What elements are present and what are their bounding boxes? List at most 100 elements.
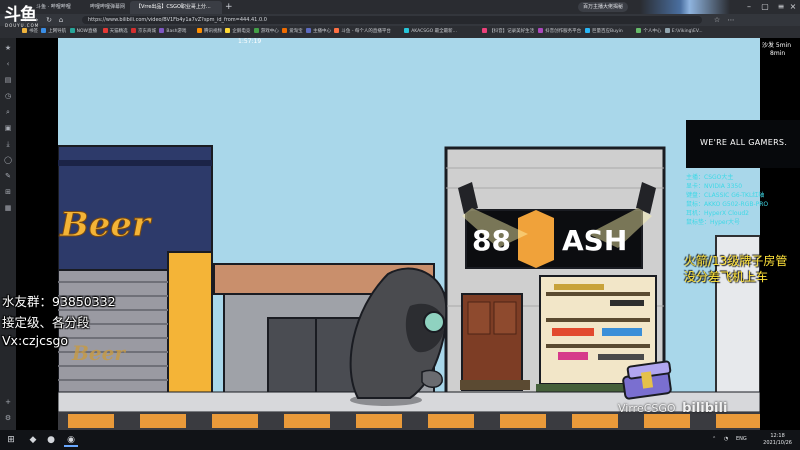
logo-sub: DOUYU.COM [5,23,40,28]
add-icon[interactable]: + [4,398,12,406]
bookmark-label: AKACSGO 最全最新... [411,29,457,34]
windows-start-icon[interactable]: ⊞ [4,433,18,447]
ash-sign-number: 88 [472,224,511,257]
bookmark-label: 天猫精选 [109,29,128,34]
bookmark-label: 腾讯视频 [204,29,222,34]
bookmark-label: 斗鱼 - 每个人的直播平台 [341,29,391,34]
bookmark-favicon-icon [664,28,670,33]
settings-icon[interactable]: ⚙ [4,414,12,422]
extensions-icon[interactable]: ⋯ [726,14,736,26]
browser-tab-bar: 斗鱼 · 哔哩哔哩 哔哩哔哩弹幕网 【Vrre出品】CSGO职业哥上分... +… [0,0,800,14]
close-icon[interactable]: × [786,0,800,14]
tab-label: 哔哩哔哩弹幕网 [90,4,126,10]
note-icon[interactable]: ✎ [4,172,12,180]
language-indicator[interactable]: ENG [736,436,747,442]
home-icon[interactable]: ⌂ [56,14,66,26]
download-icon[interactable]: ⤓ [4,140,12,148]
tab-current-video[interactable]: 【Vrre出品】CSGO职业哥上分... [130,1,222,14]
bookmark-favicon-icon [585,28,590,33]
stream-timer: 1:57:19 [238,38,262,45]
new-tab-button[interactable]: + [225,1,233,13]
ash-sign-text: ASH [562,224,627,257]
app-icon-1[interactable]: ◆ [26,433,40,447]
bookmark-label: 企鹅电竞 [232,29,251,34]
bookmark-favicon-icon [69,28,75,33]
bookmark-label: E:\Viking\EV... [671,29,703,34]
bookmark-item[interactable]: 天猫精选 [102,27,128,37]
hardware-line: 鼠标：AKKO G502-RGB-PRO [686,201,769,208]
app-icon-2[interactable]: ● [44,433,58,447]
bookmark-item[interactable]: AKACSGO 最全最新... [404,27,457,37]
bookmark-item[interactable]: NOW直播 [69,27,97,37]
bookmark-item[interactable]: 抖音创作服务平台 [538,27,581,37]
taskbar-clock[interactable]: 12:18 2021/10/26 [763,433,792,447]
search-icon[interactable]: ⌕ [4,108,12,116]
bookmark-label: 爱淘宝 [289,29,303,34]
window-icon[interactable]: ▣ [4,124,12,132]
bookmark-label: 京东商城 [138,29,156,34]
header-banner-art [640,0,730,14]
chat-icon[interactable]: ◯ [4,156,12,164]
browser-taskbar-icon[interactable]: ◉ [64,433,78,447]
bookmark-label: 巨量百应Buyin [592,29,623,34]
user-pill[interactable]: 百万主播大佬揭秘 [578,2,629,12]
tray-arrow-icon[interactable]: ⌃ [712,436,716,442]
book-icon[interactable]: ▤ [4,76,12,84]
bookmark-item[interactable]: 【抖音】记录美好生活 [482,27,534,37]
bookmark-label: 个人中心 [643,29,662,34]
hardware-line: 主播：CSGO大主 [686,174,734,181]
bookmark-favicon-icon [538,28,544,33]
bookmark-label: 抖音创作服务平台 [545,29,582,34]
logo-main: 斗鱼 [4,5,37,25]
watermark-brand: bilibili [682,401,728,416]
bookmark-item[interactable]: 个人中心 [636,27,661,37]
bookmark-favicon-icon [131,28,136,33]
bookmark-favicon-icon [306,28,311,33]
network-icon[interactable]: ◔ [724,436,728,442]
bookmark-item[interactable]: 腾讯视频 [197,27,222,37]
url-field[interactable]: https://www.bilibili.com/video/BV1Fb4y1a… [82,16,702,24]
bookmark-item[interactable]: 斗鱼 - 每个人的直播平台 [334,27,391,37]
maximize-icon[interactable]: ▢ [758,0,772,14]
bookmark-item[interactable]: 企鹅电竞 [225,27,250,37]
beer-sign: Beer [59,205,152,245]
browser-sidebar: ★ ‹ ▤ ◷ ⌕ ▣ ⤓ ◯ ✎ ⊞ ▦ + ⚙ [0,38,16,430]
bookmark-item[interactable]: 主播中心 [306,27,331,37]
bookmark-item[interactable]: 爱淘宝 [282,27,303,37]
rocket-text-2: 没分差飞机上车 [684,270,769,284]
bookmark-item[interactable]: 巨量百应Buyin [585,27,623,37]
bookmark-item[interactable]: Bash游戏 [159,27,186,37]
minimize-icon[interactable]: – [742,0,756,14]
bookmark-favicon-icon [225,28,231,33]
bookmark-label: Bash游戏 [166,29,187,34]
screen-root: 斗鱼 · 哔哩哔哩 哔哩哔哩弹幕网 【Vrre出品】CSGO职业哥上分... +… [0,0,800,450]
cart-icon[interactable]: ⊞ [4,188,12,196]
bookmark-item[interactable]: 京东商城 [131,27,156,37]
bookmark-favicon-icon [334,28,340,33]
bookmark-item[interactable]: E:\Viking\EV... [664,27,703,37]
tab-label: 【Vrre出品】CSGO职业哥上分... [136,4,211,10]
calendar-icon[interactable]: ▦ [4,204,12,212]
star-icon[interactable]: ★ [4,44,12,52]
bookmark-item[interactable]: 游戏中心 [253,27,279,37]
bookmark-label: NOW直播 [76,29,97,34]
top-right-note-1: 沙发 5min [762,42,792,49]
hardware-line: 键盘：CLASSIC G6-TKL红轴 [686,192,765,199]
star-icon[interactable]: ☆ [712,14,722,26]
bookmark-favicon-icon [253,28,259,33]
bookmarks-bar: 书签 上网导航 NOW直播 天猫精选 京东商城 Bash游戏 腾讯视频 企鹅电竞 游戏中心 爱淘宝… [0,26,800,38]
bookmark-favicon-icon [197,28,202,33]
bookmark-label: 游戏中心 [260,29,279,34]
douyu-logo: 斗鱼 DOUYU.COM [0,0,52,30]
clock-icon[interactable]: ◷ [4,92,12,100]
tab-bilibili-home[interactable]: 哔哩哔哩弹幕网 [84,1,128,14]
clock-date: 2021/10/26 [763,440,792,446]
rank-service-text: 接定级、各分段 [2,315,90,330]
back-icon[interactable]: ‹ [4,60,12,68]
bookmark-label: 主播中心 [313,29,331,34]
ash-shop [444,146,666,400]
wechat-text: Vx:czjcsgo [2,333,69,348]
bookmark-favicon-icon [282,28,288,33]
beer-sign-reflection: Beer [71,341,126,365]
watermark-name: VirreCSGO [618,402,676,415]
